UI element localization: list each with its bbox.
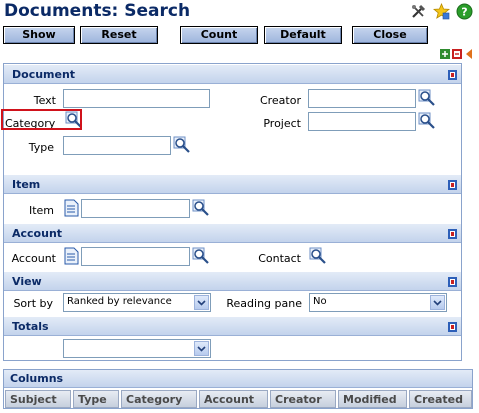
section-view-header[interactable]: View	[4, 271, 461, 291]
readingpane-value: No	[313, 296, 327, 307]
item-label: Item	[28, 204, 54, 217]
account-label: Account	[11, 252, 56, 265]
text-label: Text	[33, 94, 56, 107]
section-view-title: View	[12, 275, 42, 288]
sortby-label: Sort by	[13, 297, 53, 310]
sortby-select[interactable]: Ranked by relevance	[63, 293, 211, 312]
totals-dropdown-arrow[interactable]	[194, 341, 209, 356]
contact-lookup-icon[interactable]	[309, 247, 327, 265]
panel-controls	[440, 49, 474, 59]
collapse-panel-icon[interactable]	[464, 49, 474, 59]
item-lookup-icon[interactable]	[192, 199, 210, 217]
expand-all-icon[interactable]	[440, 49, 450, 59]
type-input[interactable]	[63, 136, 171, 155]
column-type[interactable]: Type	[73, 390, 119, 408]
project-label: Project	[263, 117, 301, 130]
item-document-icon[interactable]	[64, 199, 80, 217]
show-button[interactable]: Show	[3, 26, 75, 44]
creator-input[interactable]	[308, 89, 416, 108]
section-totals-header[interactable]: Totals	[4, 316, 461, 336]
svg-text:?: ?	[461, 6, 467, 19]
tools-icon[interactable]	[410, 3, 427, 20]
close-button[interactable]: Close	[352, 26, 428, 44]
toolbar: Show Reset Count Default Close	[0, 24, 479, 46]
column-modified[interactable]: Modified	[338, 390, 407, 408]
section-document-title: Document	[12, 68, 76, 81]
text-input[interactable]	[63, 89, 210, 108]
column-category[interactable]: Category	[121, 390, 197, 408]
pin-icon[interactable]	[448, 180, 457, 190]
project-lookup-icon[interactable]	[418, 112, 436, 130]
category-highlight	[1, 109, 82, 130]
columns-header: Columns	[4, 370, 472, 388]
creator-label: Creator	[259, 94, 301, 107]
column-subject[interactable]: Subject	[5, 390, 71, 408]
totals-select[interactable]	[63, 339, 211, 358]
columns-panel: Columns Subject Type Category Account Cr…	[3, 369, 473, 409]
account-lookup-icon[interactable]	[192, 247, 210, 265]
sortby-value: Ranked by relevance	[67, 296, 172, 307]
section-item-header[interactable]: Item	[4, 174, 461, 194]
pin-icon[interactable]	[448, 70, 457, 80]
contact-label: Contact	[258, 252, 301, 265]
pin-icon[interactable]	[448, 322, 457, 332]
sortby-dropdown-arrow[interactable]	[194, 295, 209, 310]
pin-icon[interactable]	[448, 277, 457, 287]
section-account-header[interactable]: Account	[4, 223, 461, 243]
account-document-icon[interactable]	[64, 247, 80, 265]
column-account[interactable]: Account	[199, 390, 268, 408]
chevron-down-icon	[433, 300, 442, 306]
type-label: Type	[28, 141, 54, 154]
title-bar: Documents: Search ?	[0, 0, 479, 24]
reset-button[interactable]: Reset	[80, 26, 158, 44]
page-title: Documents: Search	[4, 1, 191, 21]
chevron-down-icon	[197, 346, 206, 352]
type-lookup-icon[interactable]	[173, 136, 191, 154]
item-input[interactable]	[81, 199, 190, 218]
default-button[interactable]: Default	[264, 26, 342, 44]
readingpane-label: Reading pane	[226, 297, 302, 310]
section-totals-title: Totals	[12, 320, 49, 333]
pin-icon[interactable]	[448, 229, 457, 239]
section-item-title: Item	[12, 178, 41, 191]
count-button[interactable]: Count	[180, 26, 258, 44]
collapse-all-icon[interactable]	[452, 49, 462, 59]
section-document-header[interactable]: Document	[4, 64, 461, 84]
readingpane-select[interactable]: No	[309, 293, 447, 312]
account-input[interactable]	[81, 247, 190, 266]
project-input[interactable]	[308, 112, 416, 131]
title-icons: ?	[410, 3, 473, 20]
favorite-add-icon[interactable]	[433, 3, 450, 20]
help-icon[interactable]: ?	[456, 3, 473, 20]
creator-lookup-icon[interactable]	[418, 89, 436, 107]
chevron-down-icon	[197, 300, 206, 306]
search-panel: Document Text Creator Category Project T…	[3, 63, 462, 361]
readingpane-dropdown-arrow[interactable]	[430, 295, 445, 310]
section-account-title: Account	[12, 227, 63, 240]
column-creator[interactable]: Creator	[270, 390, 336, 408]
column-created[interactable]: Created	[409, 390, 472, 408]
